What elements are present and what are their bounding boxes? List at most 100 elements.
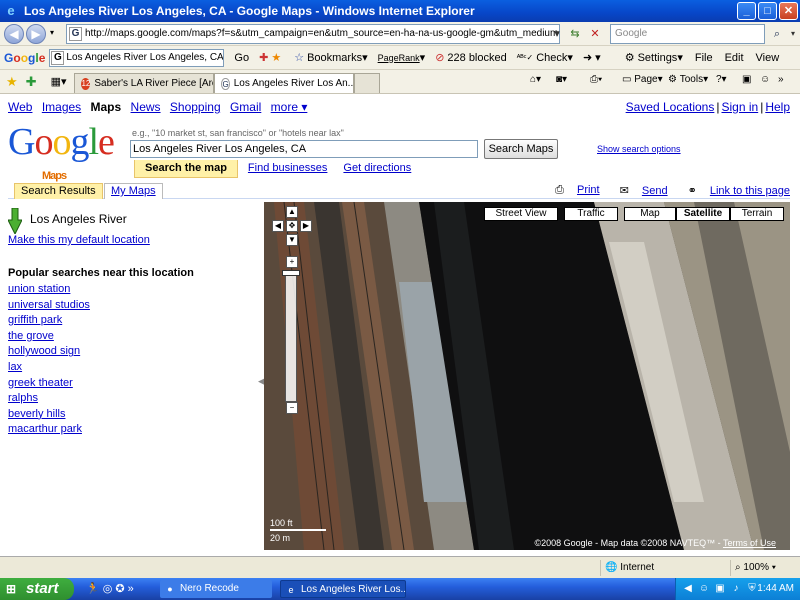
search-options-icon[interactable]: ▾ [784, 25, 800, 43]
zoom-level[interactable]: ⌕ 100% ▾ [730, 560, 792, 576]
feeds-icon[interactable]: ◙▾ [556, 74, 567, 85]
pan-left-icon[interactable]: ◀ [272, 220, 284, 232]
popular-search-link[interactable]: macarthur park [8, 422, 90, 438]
bookmarks-button[interactable]: ☆ Bookmarks ▾ [294, 51, 367, 65]
saved-locations-link[interactable]: Saved Locations [626, 100, 715, 114]
tab-get-directions[interactable]: Get directions [343, 160, 411, 178]
toolbar-search-input[interactable]: G Los Angeles River Los Angeles, CA [49, 48, 225, 67]
nav-gmail[interactable]: Gmail [230, 100, 261, 114]
page-menu[interactable]: ▭ Page ▾ [622, 74, 663, 85]
menu-view[interactable]: View [756, 52, 780, 64]
address-field[interactable]: G http://maps.google.com/maps?f=s&utm_ca… [66, 24, 560, 44]
green-arrow-marker-icon[interactable] [8, 208, 22, 234]
nav-images[interactable]: Images [42, 100, 81, 114]
clock[interactable]: 1:44 AM [757, 578, 794, 600]
search-maps-button[interactable]: Search Maps [484, 139, 558, 159]
toolbar-icons[interactable]: ✚ ★ [259, 51, 284, 64]
make-default-location-link[interactable]: Make this my default location [8, 234, 150, 246]
stop-icon[interactable]: ✕ [586, 25, 604, 43]
zoom-in-icon[interactable]: + [286, 256, 298, 268]
tray-volume-icon[interactable]: ♪ [730, 583, 742, 595]
tab-google-maps[interactable]: G Los Angeles River Los An... [214, 73, 355, 93]
popular-search-link[interactable]: the grove [8, 329, 90, 345]
traffic-button[interactable]: Traffic [564, 207, 618, 221]
toolbar-extend-icon[interactable]: » [778, 74, 784, 85]
research-icon[interactable]: ▣ [742, 74, 751, 85]
minimize-button[interactable]: _ [737, 2, 756, 20]
print-toolbar-icon[interactable]: ⎙▾ [590, 74, 602, 85]
popular-search-link[interactable]: greek theater [8, 376, 90, 392]
pan-right-icon[interactable]: ▶ [300, 220, 312, 232]
toolbar-news-icon[interactable]: ✚ [259, 51, 268, 64]
tab-my-maps[interactable]: My Maps [104, 183, 163, 199]
close-button[interactable]: ✕ [779, 2, 798, 20]
popular-search-link[interactable]: hollywood sign [8, 344, 90, 360]
task-internet-explorer[interactable]: e Los Angeles River Los... [280, 580, 406, 598]
tools-menu[interactable]: ⚙ Tools ▾ [668, 74, 708, 85]
send-to-icon[interactable]: ➜ ▾ [583, 51, 601, 64]
add-favorite-icon[interactable]: ✚ [26, 74, 37, 90]
send-action[interactable]: ✉ Send [610, 184, 668, 197]
tab-search-the-map[interactable]: Search the map [134, 160, 238, 178]
nav-news[interactable]: News [131, 100, 161, 114]
sign-in-link[interactable]: Sign in [721, 100, 758, 114]
back-button[interactable]: ◀ [4, 24, 24, 44]
history-dropdown-icon[interactable]: ▾ [50, 28, 54, 37]
nav-shopping[interactable]: Shopping [170, 100, 221, 114]
help-icon[interactable]: ?▾ [716, 74, 727, 85]
show-search-options-link[interactable]: Show search options [597, 144, 681, 154]
popular-search-link[interactable]: union station [8, 282, 90, 298]
nav-more[interactable]: more ▾ [271, 100, 308, 114]
quicklaunch-icons[interactable]: 🏃 ◎ ✪ » [86, 582, 134, 595]
security-zone[interactable]: 🌐 Internet [600, 560, 682, 576]
pan-down-icon[interactable]: ▼ [286, 234, 298, 246]
toolbar-go-button[interactable]: Go [234, 52, 249, 64]
street-view-button[interactable]: Street View [484, 207, 558, 221]
menu-edit[interactable]: Edit [725, 52, 744, 64]
home-icon[interactable]: ⌂▾ [530, 74, 541, 85]
print-link[interactable]: Print [577, 184, 600, 196]
zoom-out-icon[interactable]: − [286, 402, 298, 414]
pan-center-icon[interactable]: ✥ [286, 220, 298, 232]
spellcheck-button[interactable]: ᴬᴮᶜ✓ Check ▾ [517, 51, 573, 65]
tab-saber-piece[interactable]: 12 Saber's LA River Piece [Archi... [74, 73, 215, 93]
link-action[interactable]: ⚭ Link to this page [678, 184, 790, 197]
popular-search-link[interactable]: griffith park [8, 313, 90, 329]
messenger-icon[interactable]: ☺ [760, 74, 770, 85]
tray-network-icon[interactable]: ▣ [714, 583, 726, 595]
tab-find-businesses[interactable]: Find businesses [248, 160, 328, 178]
zoom-slider[interactable] [285, 272, 297, 402]
maps-search-input[interactable]: Los Angeles River Los Angeles, CA [130, 140, 478, 158]
forward-button[interactable]: ▶ [26, 24, 46, 44]
terms-of-use-link[interactable]: Terms of Use [723, 538, 776, 548]
satellite-map[interactable]: Street View Traffic Map Satellite Terrai… [264, 202, 790, 550]
tray-security-icon[interactable]: ⛨ [746, 583, 758, 595]
zoom-slider-thumb[interactable] [282, 270, 300, 276]
pan-up-icon[interactable]: ▲ [286, 206, 298, 218]
tab-search-results[interactable]: Search Results [14, 183, 103, 199]
toolbar-star-icon[interactable]: ★ [271, 51, 281, 64]
ie-search-input[interactable]: Google [610, 24, 765, 44]
map-type-map[interactable]: Map [624, 207, 676, 221]
map-type-satellite[interactable]: Satellite [676, 207, 730, 221]
link-to-page-link[interactable]: Link to this page [710, 185, 790, 197]
new-tab-button[interactable] [354, 73, 381, 93]
pagerank-indicator[interactable]: PageRank ▾ [378, 51, 426, 64]
settings-button[interactable]: ⚙ Settings ▾ [625, 51, 683, 65]
menu-file[interactable]: File [695, 52, 713, 64]
map-type-terrain[interactable]: Terrain [730, 207, 784, 221]
address-dropdown-icon[interactable]: ▾ [548, 25, 566, 43]
popular-search-link[interactable]: lax [8, 360, 90, 376]
print-action[interactable]: ⎙ Print [545, 184, 600, 197]
start-button[interactable]: ⊞ start [0, 578, 74, 600]
send-link[interactable]: Send [642, 185, 668, 197]
refresh-icon[interactable]: ⇆ [566, 25, 584, 43]
popular-search-link[interactable]: universal studios [8, 298, 90, 314]
nav-web[interactable]: Web [8, 100, 32, 114]
popular-search-link[interactable]: beverly hills [8, 407, 90, 423]
task-nero-recode[interactable]: ● Nero Recode [160, 580, 272, 598]
tray-messenger-icon[interactable]: ☺ [698, 583, 710, 595]
maximize-button[interactable]: □ [758, 2, 777, 20]
favorites-star-icon[interactable]: ★ [6, 74, 18, 90]
popup-blocker[interactable]: ⊘ 228 blocked [435, 51, 507, 65]
